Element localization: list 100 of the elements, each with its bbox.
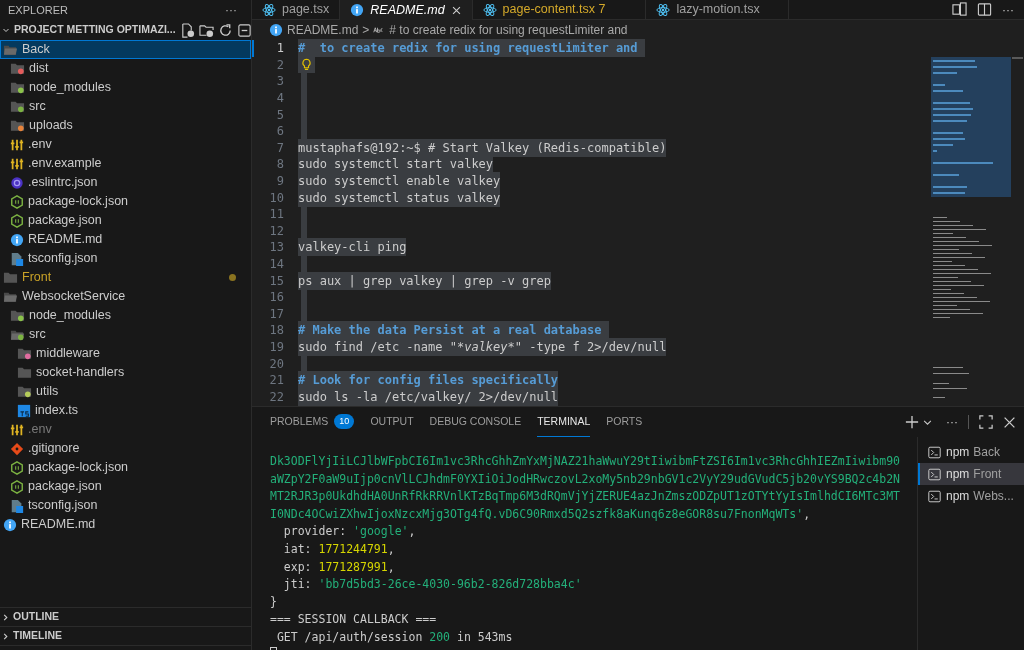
info-icon (10, 232, 24, 247)
refresh-icon[interactable] (217, 22, 233, 38)
folder-icon (10, 61, 25, 76)
line-number: 14 (268, 256, 285, 273)
chevron-icon (2, 26, 10, 34)
line-number: 15 (268, 272, 285, 290)
more-button[interactable]: ··· (1002, 3, 1014, 16)
folder-icon (10, 118, 25, 133)
line-number: 22 (268, 388, 285, 406)
collapse-icon[interactable] (236, 22, 252, 38)
tree-item[interactable]: src (0, 97, 251, 116)
chevron-icon (2, 613, 9, 621)
chevron-icon[interactable] (923, 417, 932, 427)
hexagon-icon (10, 213, 24, 228)
new-file-icon[interactable] (179, 22, 195, 38)
tree-item[interactable]: README.md (0, 515, 251, 534)
tree-item[interactable]: package.json (0, 477, 251, 496)
panel-tab[interactable]: TERMINAL (537, 407, 591, 437)
tree-item[interactable]: node_modules (0, 78, 251, 97)
sliders-icon (10, 156, 24, 171)
react-icon (482, 2, 497, 17)
hexagon-icon (10, 194, 24, 209)
more-button[interactable]: ··· (946, 416, 958, 428)
tree-item[interactable]: tsconfig.json (0, 496, 251, 515)
tree-item[interactable]: tsconfig.json (0, 249, 251, 268)
tree-item[interactable]: socket-handlers (0, 363, 251, 382)
tree-item[interactable]: Front (0, 268, 251, 287)
folder-icon (17, 384, 32, 399)
maximize-icon[interactable] (979, 415, 993, 429)
line-number: 10 (268, 189, 285, 207)
panel-tab[interactable]: PORTS (606, 407, 643, 437)
tree-item[interactable]: dist (0, 59, 251, 78)
line-number: 4 (275, 90, 285, 108)
split-editor-icon[interactable] (977, 2, 992, 17)
eslint-icon (10, 175, 24, 190)
panel-tab[interactable]: PROBLEMS 10 (270, 407, 355, 437)
terminal-line: provider: 'google', (282, 523, 417, 541)
line-number: 21 (268, 372, 285, 390)
editor-tab[interactable]: README.md (340, 0, 473, 20)
folder-icon (10, 99, 25, 114)
terminal-item[interactable]: npm Back (918, 441, 1024, 463)
tree-item[interactable]: .eslintrc.json (0, 173, 251, 192)
tree-item[interactable]: node_modules (0, 306, 251, 325)
hexagon-icon (10, 479, 24, 494)
tree-item[interactable]: package-lock.json (0, 192, 251, 211)
add-icon[interactable] (905, 415, 919, 429)
line-number: 19 (268, 339, 285, 356)
tree-item[interactable]: README.md (0, 230, 251, 249)
close-icon (450, 4, 462, 16)
terminal-line: exp: 1771287991, (282, 558, 396, 576)
tree-item[interactable]: .env (0, 135, 251, 154)
terminal-line: === SESSION CALLBACK === (270, 611, 438, 629)
tree-item[interactable]: Back (0, 40, 251, 59)
folder-icon (10, 80, 25, 95)
terminal-item[interactable]: npm Front (918, 463, 1024, 485)
terminal-line: I0NDc4OCwiZXhwIjoxNzcxMjg3OTg4fQ.vD6C90Rmxd5Q2szfk8aKunq6z8eGOR8su7FnonMqWTs', (270, 505, 812, 523)
info-icon (3, 517, 17, 532)
section-header[interactable]: OUTLINE (0, 607, 251, 626)
project-title[interactable]: PROJECT METTING OPTIMAZI... (14, 22, 176, 38)
terminal-line: } (270, 593, 278, 611)
line-number: 2 (275, 56, 285, 74)
line-number: 8 (275, 156, 285, 174)
terminal-line: aWZpY2F0aW9uIjp0cnVlLCJhdmF0YXIiOiJodHRwczovL2xoMy5nb29nbGV1c2VyY29udGVudC5jb20vYS9BQ2c4b2N (270, 470, 902, 488)
new-folder-icon[interactable] (198, 22, 214, 38)
more-button[interactable]: ··· (225, 4, 237, 16)
close-icon[interactable] (1003, 415, 1016, 429)
info-icon (269, 23, 283, 37)
line-number: 17 (268, 305, 285, 323)
tree-item[interactable]: utils (0, 382, 251, 401)
panel-tab[interactable]: DEBUG CONSOLE (429, 407, 522, 437)
panel-tab[interactable]: OUTPUT (370, 407, 414, 437)
line-number: 16 (268, 289, 285, 307)
tree-item[interactable]: .env (0, 420, 251, 439)
tree-item[interactable]: middleware (0, 344, 251, 363)
tree-item[interactable]: package.json (0, 211, 251, 230)
folder-icon (3, 270, 18, 285)
tree-item[interactable]: uploads (0, 116, 251, 135)
file-icon (10, 251, 24, 266)
sliders-icon (10, 422, 24, 437)
line-number: 1 (275, 40, 285, 58)
line-number: 7 (275, 139, 285, 157)
tree-item[interactable]: src (0, 325, 251, 344)
tree-item[interactable]: WebsocketService (0, 287, 251, 306)
scrollbar-thumb[interactable] (1012, 57, 1023, 59)
section-header[interactable]: TIMELINE (0, 626, 251, 645)
terminal-icon (928, 445, 941, 459)
breadcrumb-item[interactable]: README.md (287, 21, 359, 39)
tree-item[interactable]: .gitignore (0, 439, 251, 458)
tree-item[interactable]: package-lock.json (0, 458, 251, 477)
tree-item[interactable]: index.ts (0, 401, 251, 420)
compare-icon[interactable] (952, 2, 967, 17)
folder-icon (17, 346, 32, 361)
breadcrumb-separator: > (362, 22, 370, 39)
line-number: 20 (268, 355, 285, 373)
breadcrumb-item[interactable]: # to create redix for using requestLimiter and (389, 21, 628, 39)
terminal-item[interactable]: npm Webs... (918, 485, 1024, 507)
chevron-icon (2, 632, 9, 640)
tree-item[interactable]: .env.example (0, 154, 251, 173)
line-number: 12 (268, 222, 285, 240)
line-number: 18 (268, 322, 285, 340)
